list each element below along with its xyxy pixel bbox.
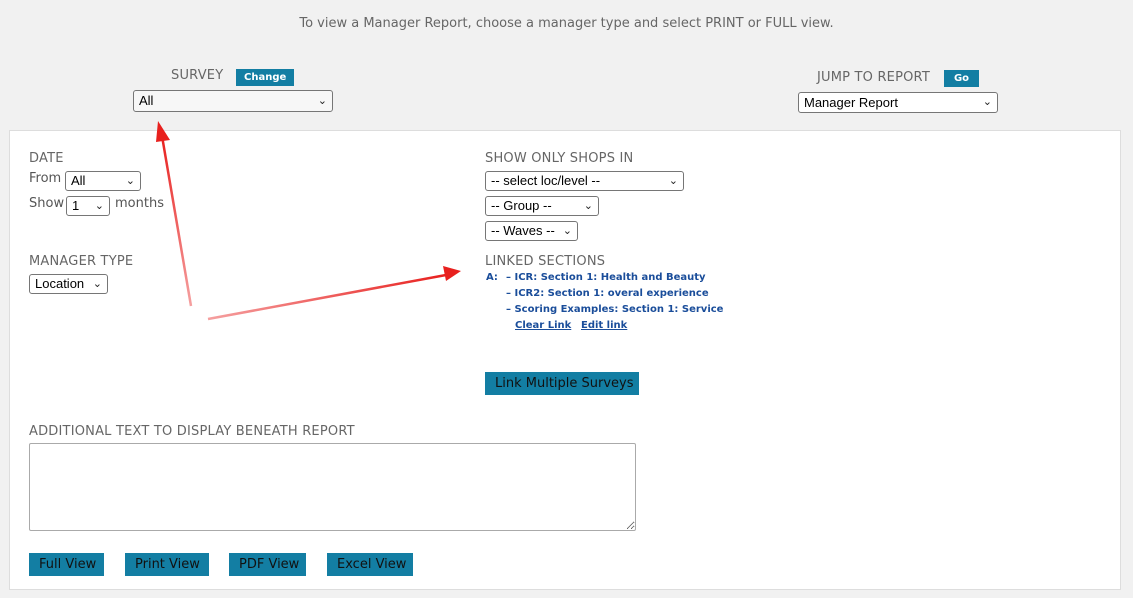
arrow-to-survey-select xyxy=(156,121,193,307)
annotation-arrows xyxy=(156,121,461,321)
arrow-to-linked-sections xyxy=(207,266,461,321)
